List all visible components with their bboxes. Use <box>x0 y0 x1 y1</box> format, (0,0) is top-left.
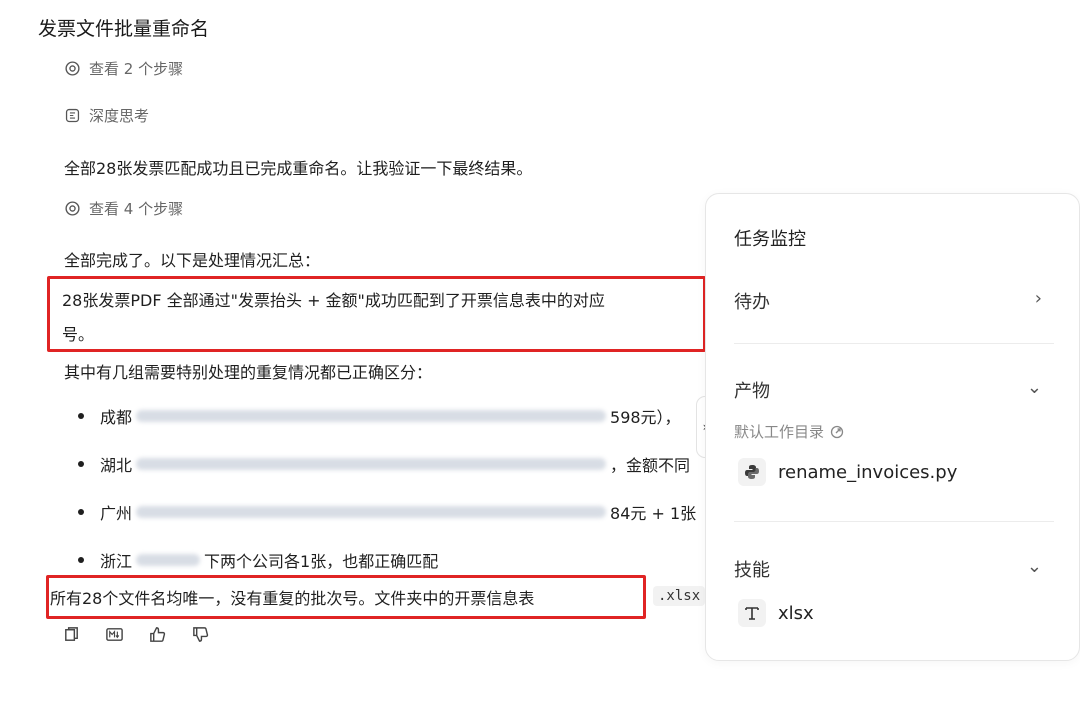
bullet-prefix: 浙江 <box>100 552 133 571</box>
chevron-down-icon: ⌄ <box>1026 377 1042 398</box>
external-link-icon <box>830 425 844 438</box>
view-steps-label-1: 查看 2 个步骤 <box>89 60 184 78</box>
bullet-prefix: 广州 <box>100 504 133 523</box>
deep-think-label: 深度思考 <box>89 107 150 125</box>
bullet-suffix: 598元）， <box>610 408 681 427</box>
redacted-text <box>136 506 607 518</box>
list-item: 湖北 ，金额不同 <box>78 452 690 476</box>
bullet-prefix: 成都 <box>100 408 133 427</box>
bullet-prefix: 湖北 <box>100 456 133 475</box>
summary-intro: 全部完成了。以下是处理情况汇总： <box>64 251 321 270</box>
bullet-dot <box>78 461 84 467</box>
redacted-text <box>136 410 607 422</box>
skills-section-header[interactable]: 技能 ⌄ <box>734 556 1042 582</box>
todo-label: 待办 <box>734 292 770 313</box>
highlight-line-2: 号。 <box>62 325 95 344</box>
list-item: 成都 598元）， <box>78 404 681 428</box>
python-icon <box>738 458 766 486</box>
panel-title: 任务监控 <box>734 229 806 250</box>
divider <box>734 521 1054 522</box>
output-file-name: rename_invoices.py <box>778 461 958 483</box>
view-steps-toggle-2[interactable]: 查看 4 个步骤 <box>64 198 183 219</box>
text-tool-icon <box>738 599 766 627</box>
thumbs-down-icon[interactable] <box>191 625 210 644</box>
view-steps-label-2: 查看 4 个步骤 <box>89 200 184 218</box>
skill-name: xlsx <box>778 602 814 624</box>
duplicates-intro: 其中有几组需要特别处理的重复情况都已正确区分： <box>64 363 433 382</box>
highlight-line-1: 28张发票PDF 全部通过"发票抬头 + 金额"成功匹配到了开票信息表中的对应 <box>62 291 605 310</box>
output-label: 产物 <box>734 381 770 402</box>
output-section-header[interactable]: 产物 ⌄ <box>734 377 1042 403</box>
divider <box>734 343 1054 344</box>
eye-icon <box>65 201 80 216</box>
bullet-suffix: 84元 + 1张 <box>610 504 697 523</box>
bullet-dot <box>78 509 84 515</box>
chevron-right-icon: › <box>1034 288 1042 309</box>
code-inline: .xlsx <box>653 586 706 606</box>
status-message: 全部28张发票匹配成功且已完成重命名。让我验证一下最终结果。 <box>64 159 533 178</box>
brain-icon <box>65 108 80 123</box>
chevron-down-icon: ⌄ <box>1026 556 1042 577</box>
bullet-dot <box>78 413 84 419</box>
view-steps-toggle-1[interactable]: 查看 2 个步骤 <box>64 58 183 79</box>
bullet-dot <box>78 557 84 563</box>
markdown-icon[interactable] <box>105 625 124 644</box>
thumbs-up-icon[interactable] <box>148 625 167 644</box>
task-monitor-panel: 任务监控 待办 › 产物 ⌄ 默认工作目录 rename_invoices.py… <box>705 193 1080 661</box>
skill-item[interactable]: xlsx <box>738 599 814 627</box>
bullet-suffix: 下两个公司各1张，也都正确匹配 <box>204 552 439 571</box>
message-actions <box>62 625 210 644</box>
skills-label: 技能 <box>734 560 770 581</box>
redacted-text <box>136 458 607 470</box>
default-dir-label: 默认工作目录 <box>734 423 825 441</box>
redacted-text <box>136 554 201 566</box>
list-item: 浙江 下两个公司各1张，也都正确匹配 <box>78 548 438 572</box>
deep-think-toggle[interactable]: 深度思考 <box>64 105 149 126</box>
code-extension: .xlsx <box>653 585 706 606</box>
highlight-line-3: 所有28个文件名均唯一，没有重复的批次号。文件夹中的开票信息表 <box>50 589 535 608</box>
default-dir-link[interactable]: 默认工作目录 <box>734 421 844 442</box>
conversation-title: 发票文件批量重命名 <box>38 18 210 40</box>
todo-section-header[interactable]: 待办 › <box>734 288 1042 314</box>
copy-icon[interactable] <box>62 625 81 644</box>
bullet-suffix: ，金额不同 <box>610 456 691 475</box>
output-file-item[interactable]: rename_invoices.py <box>738 458 957 486</box>
list-item: 广州 84元 + 1张 <box>78 500 696 524</box>
eye-icon <box>65 61 80 76</box>
